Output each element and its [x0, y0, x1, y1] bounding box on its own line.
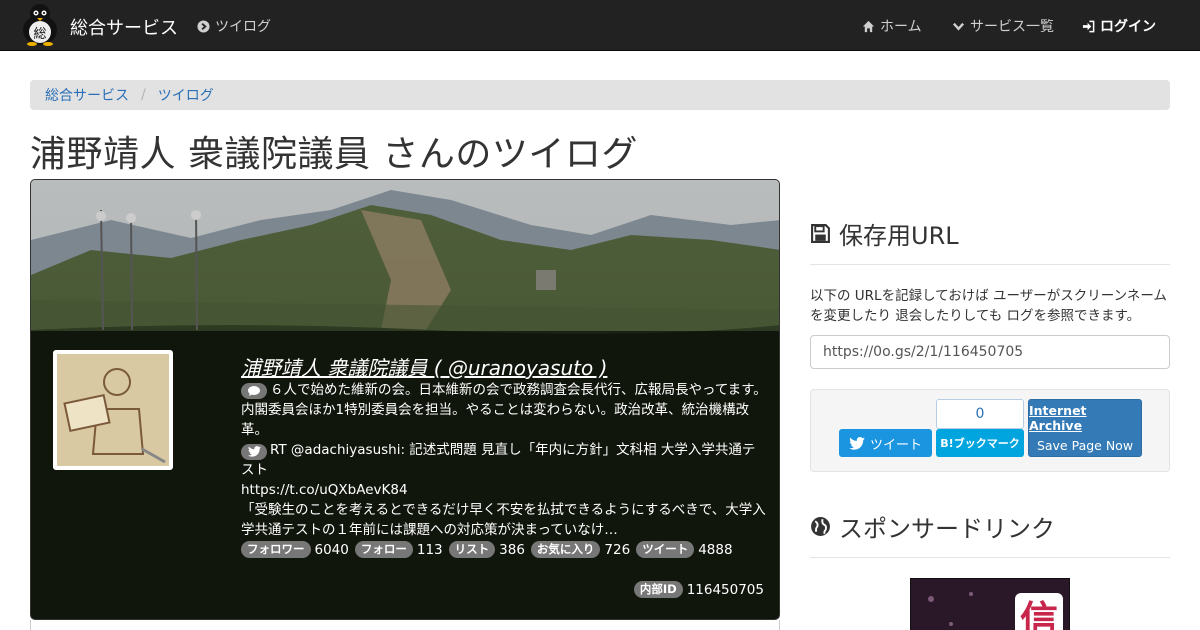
followers-badge: フォロワー	[241, 541, 311, 558]
navbar: 総 総合サービス ツイログ ホーム サービス一覧 ログイン	[0, 0, 1200, 51]
favorites-count: 726	[604, 541, 631, 558]
nav-login-label: ログイン	[1100, 19, 1156, 35]
chevron-down-icon	[952, 20, 965, 33]
nav-service-label: ツイログ	[215, 19, 271, 35]
share-buttons-panel: ツイート 0 B! ブックマーク Internet Archive Save Pa…	[810, 389, 1170, 472]
following-count: 113	[416, 541, 443, 558]
save-url-heading-text: 保存用URL	[839, 222, 959, 250]
ad-char: 信	[1020, 598, 1058, 630]
home-icon	[862, 20, 875, 33]
tweets-badge: ツイート	[636, 541, 695, 558]
internal-id: 内部ID 116450705	[633, 581, 764, 598]
hatena-bookmark-count: 0	[936, 399, 1024, 429]
penguin-logo-icon[interactable]: 総	[20, 2, 60, 46]
breadcrumb-separator: /	[141, 87, 146, 103]
brand-link[interactable]: 総合サービス	[70, 14, 178, 40]
divider	[810, 264, 1170, 265]
breadcrumb-tweetlog[interactable]: ツイログ	[158, 85, 214, 105]
internet-archive-button[interactable]: Internet Archive Save Page Now	[1028, 399, 1142, 457]
breadcrumb: 総合サービス / ツイログ	[30, 80, 1170, 110]
brand-logo-char: 総	[33, 27, 46, 42]
globe-icon	[810, 516, 831, 537]
save-url-input[interactable]	[810, 335, 1170, 369]
twitter-icon	[241, 443, 267, 460]
twitter-bird-icon	[849, 436, 865, 450]
floppy-disk-icon	[810, 223, 831, 244]
favorites-badge: お気に入り	[530, 541, 601, 558]
nav-home[interactable]: ホーム	[862, 16, 922, 36]
lists-badge: リスト	[448, 541, 496, 558]
profile-card: 浦野靖人 衆議院議員 ( @uranoyasuto ) ６人で始めた維新の会。日…	[30, 179, 780, 620]
nav-service-tweetlog[interactable]: ツイログ	[197, 16, 271, 36]
sponsor-heading-text: スポンサードリンク	[839, 515, 1055, 543]
sponsored-ad-banner[interactable]: 信	[910, 578, 1070, 630]
internet-archive-title: Internet Archive	[1029, 403, 1087, 433]
nav-home-label: ホーム	[880, 19, 922, 35]
tweet-button[interactable]: ツイート	[839, 429, 932, 457]
internal-id-value: 116450705	[686, 581, 764, 598]
hatena-b-icon: B!	[940, 436, 954, 450]
sign-in-icon	[1082, 20, 1095, 33]
profile-bio: ６人で始めた維新の会。日本維新の会で政務調査会長代行、広報局長やってます。内閣委…	[241, 380, 767, 440]
card-lower-section	[30, 620, 780, 630]
profile-stats: フォロワー 6040 フォロー 113 リスト 386 お気に入り 726 ツイート 48…	[241, 541, 739, 558]
sponsor-heading: スポンサードリンク	[810, 509, 1055, 544]
page-title: 浦野靖人 衆議院議員 さんのツイログ	[30, 134, 638, 175]
nav-services-label: サービス一覧	[970, 19, 1054, 35]
internet-archive-subtitle: Save Page Now	[1036, 438, 1134, 453]
tweet-link[interactable]: https://t.co/uQXbAevK84	[241, 482, 408, 498]
hatena-bookmark-button[interactable]: B! ブックマーク	[936, 429, 1024, 457]
comment-icon	[241, 383, 267, 399]
breadcrumb-home[interactable]: 総合サービス	[45, 85, 129, 105]
tweet-line1: RT @adachiyasushi: 記述式問題 見直し「年内に方針」文科相 大…	[241, 442, 756, 478]
nav-login[interactable]: ログイン	[1082, 16, 1156, 36]
save-url-heading: 保存用URL	[810, 216, 959, 251]
hatena-bookmark-label: ブックマーク	[953, 437, 1020, 450]
followers-count: 6040	[314, 541, 349, 558]
save-url-description: 以下の URLを記録しておけば ユーザーがスクリーンネームを変更したり 退会した…	[810, 288, 1167, 324]
internal-id-badge: 内部ID	[633, 581, 683, 598]
tweets-count: 4888	[698, 541, 733, 558]
tweet-line2: 「受験生のことを考えるとできるだけ早く不安を払拭できるようにするべきで、大学入学…	[241, 502, 766, 538]
latest-tweet: RT @adachiyasushi: 記述式問題 見直し「年内に方針」文科相 大…	[241, 440, 767, 540]
tweet-button-label: ツイート	[869, 437, 922, 453]
chevron-circle-right-icon	[197, 19, 210, 33]
profile-bio-text: ６人で始めた維新の会。日本維新の会で政務調査会長代行、広報局長やってます。内閣委…	[241, 382, 767, 438]
profile-name-link[interactable]: 浦野靖人 衆議院議員 ( @uranoyasuto )	[241, 352, 607, 381]
nav-services[interactable]: サービス一覧	[952, 16, 1054, 36]
lists-count: 386	[499, 541, 525, 558]
profile-avatar[interactable]	[53, 350, 173, 470]
divider	[810, 557, 1170, 558]
following-badge: フォロー	[354, 541, 413, 558]
